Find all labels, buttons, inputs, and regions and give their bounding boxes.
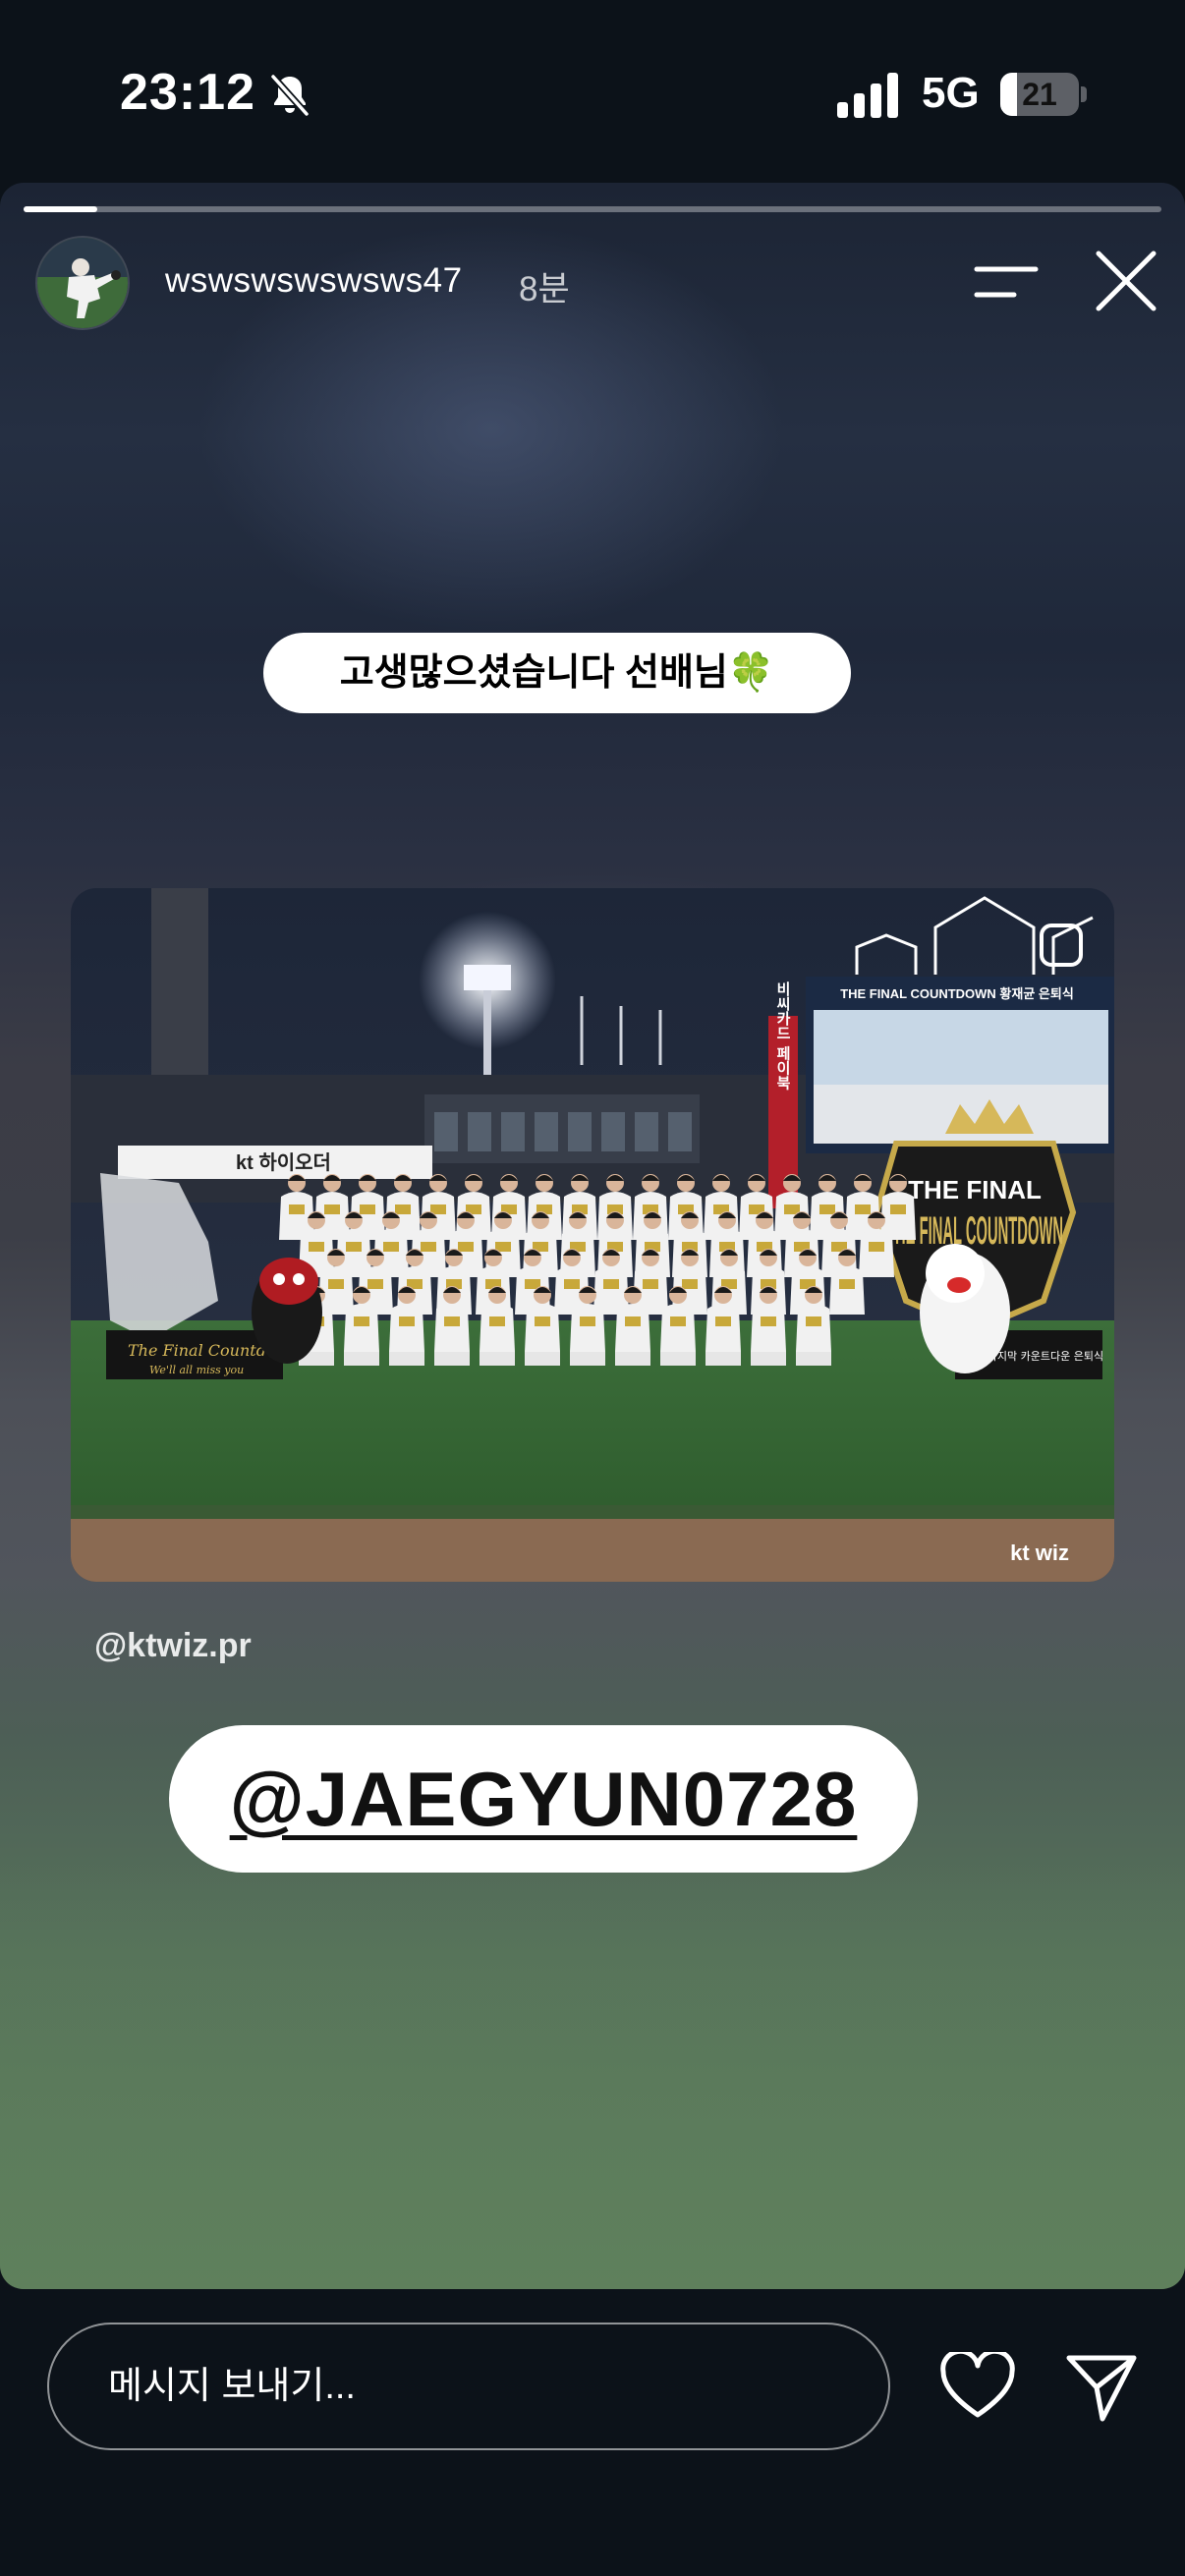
story-username[interactable]: wswswswswsws47 <box>165 261 463 301</box>
story-progress-bar <box>24 206 1161 212</box>
battery-icon: 21 <box>1000 73 1087 116</box>
player-figure <box>829 1266 865 1315</box>
battery-level: 21 <box>1022 77 1057 112</box>
home-indicator <box>396 2547 789 2556</box>
player-figure <box>859 1229 894 1277</box>
heart-icon[interactable] <box>939 2352 1016 2421</box>
message-input[interactable] <box>47 2323 890 2450</box>
status-time: 23:12 <box>120 64 255 121</box>
status-bar: 23:12 5G 21 <box>0 0 1185 177</box>
bell-slash-icon <box>270 74 310 117</box>
mention-sticker[interactable]: @JAEGYUN0728 <box>169 1725 918 1873</box>
player-figure <box>389 1304 424 1352</box>
player-figure <box>525 1304 560 1352</box>
left-banner-sub: We'll all miss you <box>149 1364 244 1376</box>
scoreboard-title: THE FINAL COUNTDOWN 황재균 은퇴식 <box>840 986 1074 1001</box>
network-type: 5G <box>922 69 980 117</box>
avatar-image <box>37 238 128 328</box>
menu-lines-icon[interactable] <box>973 261 1042 305</box>
cellular-signal-icon <box>837 73 898 118</box>
player-figure <box>615 1304 650 1352</box>
vertical-sign-text: 비씨카드 페이북 <box>774 981 792 1091</box>
story-viewer-screen: 23:12 5G 21 wswswswswsws47 8분 고생많으셨습니다 선… <box>0 0 1185 2576</box>
source-tag[interactable]: @ktwiz.pr <box>94 1627 252 1665</box>
story-time-ago: 8분 <box>519 270 570 308</box>
stadium-sign-text: kt 하이오더 <box>236 1151 331 1174</box>
player-figure <box>705 1304 741 1352</box>
photo-watermark: kt wiz <box>1010 1540 1069 1565</box>
caption-text: 고생많으셨습니다 선배님 <box>339 652 728 694</box>
story-progress-fill <box>24 206 98 212</box>
player-figure <box>660 1304 696 1352</box>
mention-text[interactable]: @JAEGYUN0728 <box>230 1756 858 1842</box>
player-figure <box>796 1304 831 1352</box>
shared-post-photo[interactable]: kt 하이오더 비씨카드 페이북 THE FINAL COUNTDOWN 황재균… <box>71 888 1114 1582</box>
player-figure <box>344 1304 379 1352</box>
player-figure <box>480 1304 515 1352</box>
player-figure <box>434 1304 470 1352</box>
player-figure <box>570 1304 605 1352</box>
story-card[interactable]: wswswswswsws47 8분 고생많으셨습니다 선배님🍀 kt 하이오더 … <box>0 183 1185 2289</box>
clover-emoji: 🍀 <box>727 652 775 694</box>
player-figure <box>751 1304 786 1352</box>
caption-sticker: 고생많으셨습니다 선배님🍀 <box>263 633 851 713</box>
avatar[interactable] <box>35 236 130 330</box>
svg-text:THE FINAL: THE FINAL <box>908 1175 1042 1204</box>
close-icon[interactable] <box>1093 248 1159 314</box>
send-icon[interactable] <box>1063 2350 1140 2425</box>
